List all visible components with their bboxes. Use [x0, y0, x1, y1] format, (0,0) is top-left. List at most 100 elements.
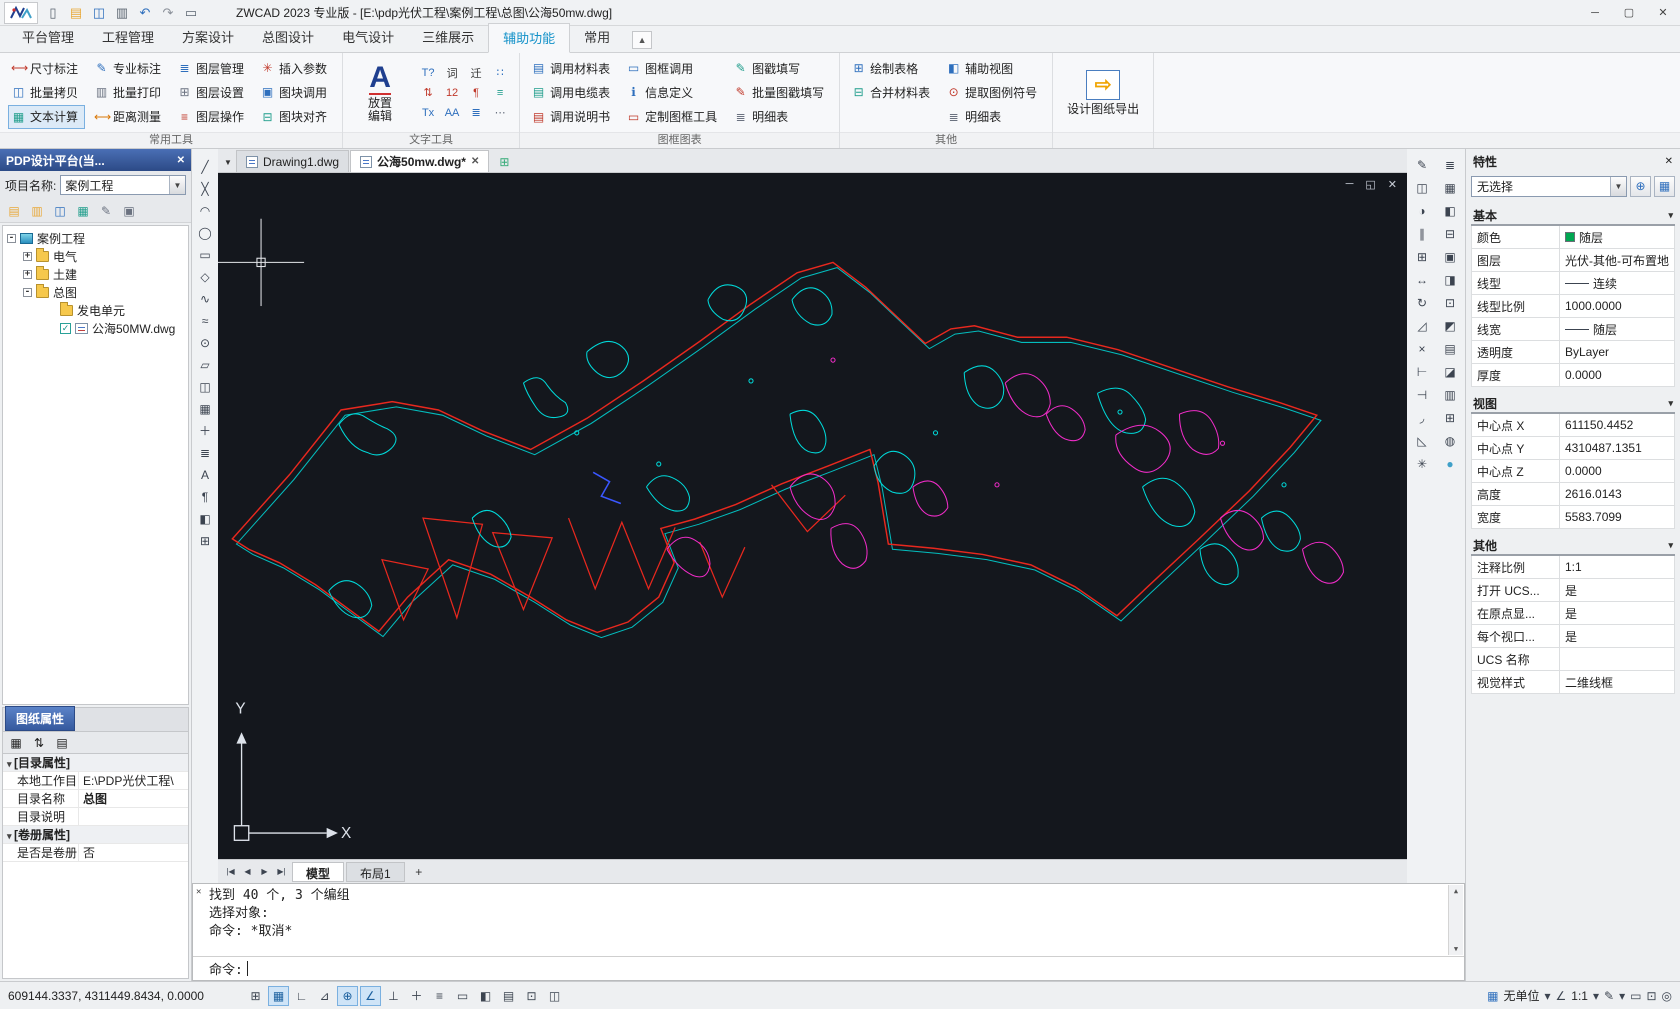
text-tool-icon[interactable]: T?: [417, 63, 439, 83]
draw-tool-icon[interactable]: ∿: [195, 289, 215, 308]
ribbon-button[interactable]: ⊟ 合并材料表: [848, 80, 937, 104]
ribbon-button[interactable]: ◫ 批量拷贝: [8, 80, 85, 104]
modify-tool-icon[interactable]: ◿: [1412, 316, 1432, 335]
draw-tool-icon[interactable]: ⊙: [195, 333, 215, 352]
qat-button[interactable]: ▯: [42, 3, 64, 23]
status-toggle-button[interactable]: ⊞: [245, 986, 266, 1006]
view-tool-icon[interactable]: ▥: [1440, 385, 1460, 404]
drawing-canvas[interactable]: ─ ◱ ✕: [218, 173, 1407, 859]
document-tab[interactable]: 公海50mw.dwg* ✕: [350, 150, 489, 172]
pickadd-toggle-button[interactable]: ▦: [1654, 176, 1675, 197]
tree-expander-icon[interactable]: [47, 306, 56, 315]
draw-tool-icon[interactable]: ◧: [195, 509, 215, 528]
draw-tool-icon[interactable]: ≈: [195, 311, 215, 330]
property-row[interactable]: 线型比例 1000.0000: [1471, 295, 1675, 318]
command-close-icon[interactable]: ✕: [196, 887, 201, 897]
ribbon-button[interactable]: ▥ 批量打印: [91, 80, 168, 104]
ribbon-button[interactable]: ✎ 批量图戳填写: [730, 80, 831, 104]
layout-nav-button[interactable]: |◀: [222, 863, 239, 881]
sheet-property-row[interactable]: [卷册属性]: [3, 826, 188, 844]
property-row[interactable]: 颜色 随层: [1471, 226, 1675, 249]
qat-button[interactable]: ▤: [65, 3, 87, 23]
draw-tool-icon[interactable]: ¶: [195, 487, 215, 506]
tree-expander-icon[interactable]: +: [23, 270, 32, 279]
modify-tool-icon[interactable]: ×: [1412, 339, 1432, 358]
ribbon-button[interactable]: ⟷ 距离测量: [91, 105, 168, 129]
sheet-property-row[interactable]: 目录说明: [3, 808, 188, 826]
ribbon-button[interactable]: ▭ 图框调用: [623, 56, 724, 80]
draw-tool-icon[interactable]: ▱: [195, 355, 215, 374]
modify-tool-icon[interactable]: ✎: [1412, 155, 1432, 174]
text-tool-icon[interactable]: Tx: [417, 103, 439, 123]
place-edit-button[interactable]: A 放置编辑: [351, 57, 409, 129]
property-row[interactable]: 中心点 X 611150.4452: [1471, 414, 1675, 437]
property-row[interactable]: 图层 光伏-其他-可布置地: [1471, 249, 1675, 272]
status-toggle-button[interactable]: ⊕: [337, 986, 358, 1006]
text-tool-icon[interactable]: ∷: [489, 63, 511, 83]
view-tool-icon[interactable]: ⊞: [1440, 408, 1460, 427]
document-tab[interactable]: Drawing1.dwg: [236, 150, 349, 172]
status-toggle-button[interactable]: ◫: [544, 986, 565, 1006]
ribbon-tab[interactable]: 辅助功能: [488, 23, 570, 53]
status-right-item[interactable]: ◎: [1662, 989, 1672, 1003]
status-toggle-button[interactable]: ＋: [406, 986, 427, 1006]
view-tool-icon[interactable]: ●: [1440, 454, 1460, 473]
tree-checkbox[interactable]: ✓: [60, 323, 71, 334]
ribbon-tab[interactable]: 方案设计: [168, 23, 248, 52]
ribbon-button[interactable]: ≣ 图层管理: [174, 56, 251, 80]
ribbon-button[interactable]: ▦ 文本计算: [8, 105, 85, 129]
section-header-view[interactable]: 视图 ▾: [1471, 394, 1675, 414]
status-toggle-button[interactable]: ∠: [360, 986, 381, 1006]
qat-button[interactable]: ↶: [134, 3, 156, 23]
project-toolbar-button[interactable]: ▥: [27, 201, 47, 220]
tree-item[interactable]: ✓ 公海50MW.dwg: [3, 319, 188, 337]
ribbon-button[interactable]: ≣ 明细表: [730, 105, 831, 129]
ribbon-button[interactable]: ≡ 图层操作: [174, 105, 251, 129]
new-tab-button[interactable]: ⊞: [493, 152, 515, 172]
ribbon-tab[interactable]: 电气设计: [328, 23, 408, 52]
draw-tool-icon[interactable]: ◫: [195, 377, 215, 396]
text-tool-icon[interactable]: AA: [441, 103, 463, 123]
view-tool-icon[interactable]: ◪: [1440, 362, 1460, 381]
text-tool-icon[interactable]: ⋯: [489, 103, 511, 123]
layout-tab[interactable]: 布局1: [346, 862, 405, 882]
maximize-button[interactable]: ▢: [1612, 1, 1646, 25]
tab-list-dropdown-icon[interactable]: ▼: [220, 152, 236, 172]
ribbon-button[interactable]: ⊞ 绘制表格: [848, 56, 937, 80]
export-drawing-button[interactable]: ⇨ 设计图纸导出: [1061, 57, 1145, 129]
modify-tool-icon[interactable]: ◺: [1412, 431, 1432, 450]
sheet-property-row[interactable]: 是否是卷册 否: [3, 844, 188, 862]
property-row[interactable]: 宽度 5583.7099: [1471, 506, 1675, 529]
sheet-property-row[interactable]: [目录属性]: [3, 754, 188, 772]
view-tool-icon[interactable]: ◧: [1440, 201, 1460, 220]
project-select[interactable]: 案例工程 ▼: [60, 175, 186, 195]
property-row[interactable]: 注释比例 1:1: [1471, 556, 1675, 579]
layout-nav-button[interactable]: ▶: [256, 863, 273, 881]
draw-tool-icon[interactable]: ╳: [195, 179, 215, 198]
ribbon-button[interactable]: ⊙ 提取图例符号: [943, 80, 1044, 104]
qat-button[interactable]: ▭: [180, 3, 202, 23]
status-toggle-button[interactable]: ∟: [291, 986, 312, 1006]
quick-select-button[interactable]: ⊕: [1630, 176, 1651, 197]
ribbon-button[interactable]: ℹ 信息定义: [623, 80, 724, 104]
status-right-item[interactable]: ∠: [1556, 989, 1567, 1003]
tree-expander-icon[interactable]: [47, 324, 56, 333]
ribbon-button[interactable]: ◧ 辅助视图: [943, 56, 1044, 80]
project-toolbar-button[interactable]: ▣: [119, 201, 139, 220]
command-prompt[interactable]: 命令:: [193, 956, 1464, 980]
ribbon-button[interactable]: ✎ 专业标注: [91, 56, 168, 80]
ribbon-button[interactable]: ⟷ 尺寸标注: [8, 56, 85, 80]
zwcad-logo[interactable]: [4, 2, 38, 24]
property-row[interactable]: 线型 连续: [1471, 272, 1675, 295]
modify-tool-icon[interactable]: ◫: [1412, 178, 1432, 197]
ribbon-button[interactable]: ▣ 图块调用: [257, 80, 334, 104]
draw-tool-icon[interactable]: ▦: [195, 399, 215, 418]
ribbon-button[interactable]: ⊟ 图块对齐: [257, 105, 334, 129]
text-tool-icon[interactable]: ⇅: [417, 83, 439, 103]
status-right-item[interactable]: 1:1: [1571, 989, 1588, 1003]
command-line-window[interactable]: ✕ 找到 40 个, 3 个编组选择对象:命令: *取消* 命令: ▲ ▼: [192, 883, 1465, 981]
property-row[interactable]: 视觉样式 二维线框: [1471, 671, 1675, 694]
ribbon-button[interactable]: ▤ 调用电缆表: [528, 80, 617, 104]
ribbon-tab[interactable]: 工程管理: [88, 23, 168, 52]
chevron-down-icon[interactable]: ▼: [169, 176, 185, 194]
